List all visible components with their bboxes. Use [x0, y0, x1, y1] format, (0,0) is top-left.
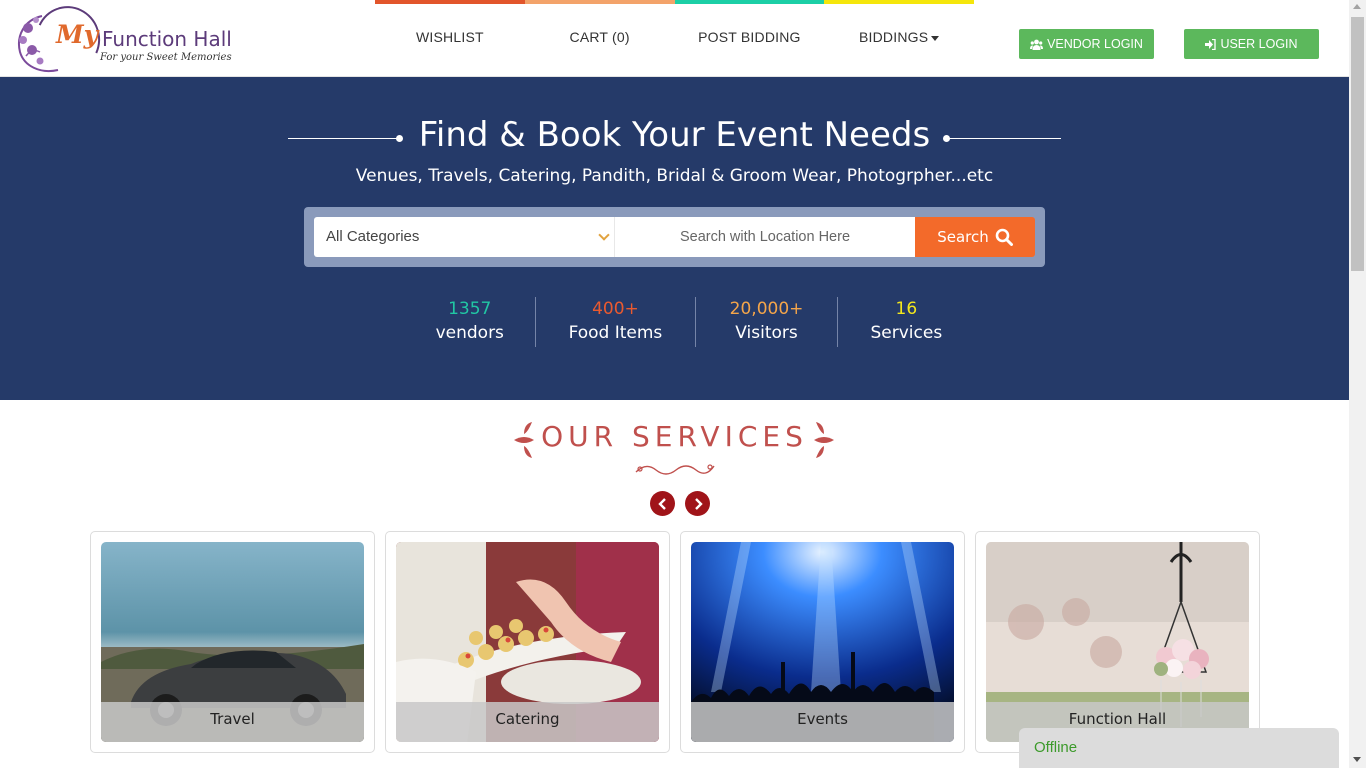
- site-logo[interactable]: My Function Hall For your Sweet Memories: [14, 0, 244, 81]
- service-card-catering[interactable]: Catering: [385, 531, 670, 753]
- title-line-right: [946, 138, 1061, 139]
- vendor-login-label: VENDOR LOGIN: [1047, 37, 1143, 51]
- hero-title: Find & Book Your Event Needs: [418, 115, 931, 155]
- function-hall-image: Function Hall: [986, 542, 1249, 742]
- user-login-label: USER LOGIN: [1220, 37, 1298, 51]
- stat-services-number: 16: [895, 299, 918, 319]
- services-carousel: Travel Catering Events Function Hall: [90, 531, 1260, 753]
- location-search-input[interactable]: [614, 217, 915, 257]
- search-button-label: Search: [937, 228, 989, 246]
- stat-visitors: 20,000+ Visitors: [696, 297, 836, 347]
- events-image: Events: [691, 542, 954, 742]
- page: My Function Hall For your Sweet Memories…: [0, 0, 1366, 768]
- user-login-button[interactable]: USER LOGIN: [1184, 29, 1319, 59]
- hero-section: Find & Book Your Event Needs Venues, Tra…: [0, 77, 1349, 400]
- main-nav: WISHLIST CART (0) POST BIDDING BIDDINGS: [375, 4, 974, 70]
- category-select-value: All Categories: [326, 228, 420, 245]
- page-scrollbar[interactable]: [1349, 0, 1366, 768]
- users-icon: [1030, 39, 1044, 50]
- services-heading: OUR SERVICES: [0, 420, 1349, 453]
- stat-food-items-number: 400+: [592, 299, 639, 319]
- scroll-thumb[interactable]: [1351, 17, 1364, 271]
- nav-wishlist-label: WISHLIST: [416, 29, 484, 45]
- service-card-label: Events: [691, 702, 954, 742]
- carousel-prev-button[interactable]: [650, 491, 675, 516]
- hero-subtitle: Venues, Travels, Catering, Pandith, Brid…: [355, 166, 994, 186]
- nav-biddings-label: BIDDINGS: [858, 29, 929, 45]
- service-card-events[interactable]: Events: [680, 531, 965, 753]
- nav-post-bidding[interactable]: POST BIDDING: [675, 4, 825, 70]
- sign-in-icon: [1205, 38, 1217, 50]
- scroll-down-arrow-icon[interactable]: [1353, 757, 1361, 762]
- service-card-label: Travel: [101, 702, 364, 742]
- stat-vendors-label: vendors: [435, 323, 504, 343]
- logo-my: My: [56, 20, 99, 49]
- ornament-right-icon: [814, 422, 834, 458]
- carousel-next-button[interactable]: [685, 491, 710, 516]
- stat-food-items: 400+ Food Items: [535, 297, 695, 347]
- scroll-up-arrow-icon[interactable]: [1353, 4, 1361, 9]
- chevron-down-icon: [598, 229, 610, 241]
- services-title: OUR SERVICES: [541, 420, 808, 453]
- search-button[interactable]: Search: [915, 217, 1035, 257]
- service-card-travel[interactable]: Travel: [90, 531, 375, 753]
- stats-row: 1357 vendors 400+ Food Items 20,000+ Vis…: [405, 297, 975, 347]
- service-card-function-hall[interactable]: Function Hall: [975, 531, 1260, 753]
- stat-visitors-label: Visitors: [735, 323, 798, 343]
- caret-down-icon: [931, 35, 940, 41]
- stat-vendors-number: 1357: [448, 299, 492, 319]
- nav-post-bidding-label: POST BIDDING: [698, 29, 801, 45]
- nav-biddings-dropdown[interactable]: BIDDINGS: [824, 4, 974, 70]
- stat-food-items-label: Food Items: [568, 323, 663, 343]
- vendor-login-button[interactable]: VENDOR LOGIN: [1019, 29, 1154, 59]
- stat-services-label: Services: [870, 323, 943, 343]
- nav-cart-label: CART (0): [569, 29, 630, 45]
- decorative-flourish-icon: [635, 464, 715, 475]
- category-select[interactable]: All Categories: [314, 217, 614, 257]
- site-header: My Function Hall For your Sweet Memories…: [0, 0, 1349, 81]
- stat-vendors: 1357 vendors: [405, 297, 535, 347]
- travel-image: Travel: [101, 542, 364, 742]
- service-card-label: Catering: [396, 702, 659, 742]
- nav-cart[interactable]: CART (0): [525, 4, 675, 70]
- stat-services: 16 Services: [838, 297, 975, 347]
- search-icon: [995, 228, 1013, 246]
- logo-brand-name: Function Hall: [102, 27, 232, 51]
- stat-visitors-number: 20,000+: [729, 299, 804, 319]
- chat-widget[interactable]: Offline: [1019, 728, 1339, 768]
- search-bar: All Categories Search: [304, 207, 1045, 267]
- nav-wishlist[interactable]: WISHLIST: [375, 4, 525, 70]
- hero-title-wrap: Find & Book Your Event Needs: [0, 115, 1349, 155]
- catering-image: Catering: [396, 542, 659, 742]
- chat-status: Offline: [1034, 739, 1078, 756]
- logo-tagline: For your Sweet Memories: [100, 52, 232, 63]
- chevron-left-icon: [657, 497, 666, 510]
- chevron-right-icon: [694, 497, 703, 510]
